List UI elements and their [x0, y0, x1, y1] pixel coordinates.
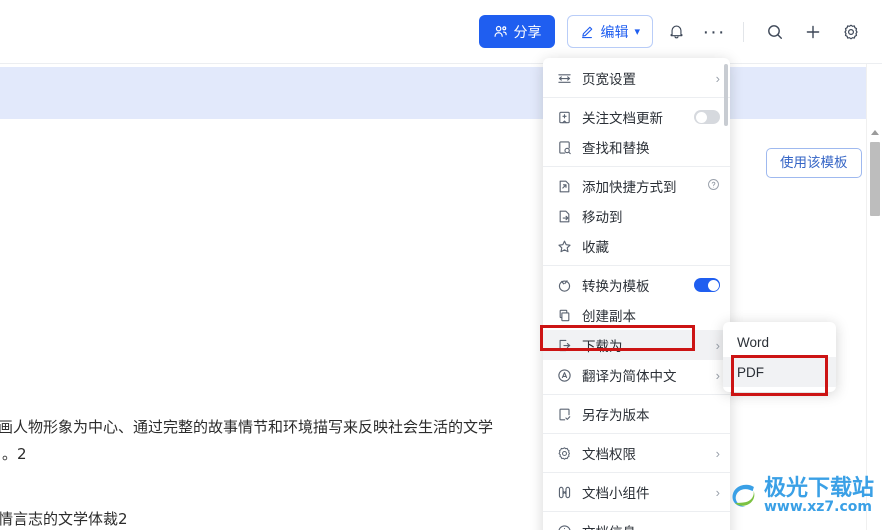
menu-divider — [543, 265, 730, 266]
menu-item-label: 文档权限 — [582, 447, 636, 462]
document-banner — [0, 67, 866, 119]
submenu-item-word[interactable]: Word — [723, 327, 836, 357]
menu-divider — [543, 97, 730, 98]
more-dots-icon[interactable]: ··· — [699, 17, 729, 47]
menu-item-move-to[interactable]: 移动到 — [543, 201, 730, 231]
menu-item-label: 页宽设置 — [582, 72, 636, 87]
menu-divider — [543, 166, 730, 167]
chevron-right-icon: › — [715, 70, 720, 86]
submenu-item-pdf[interactable]: PDF — [723, 357, 836, 387]
document-text-line: 。2 — [2, 445, 27, 463]
copy-icon — [555, 306, 573, 324]
chevron-right-icon: › — [715, 484, 720, 500]
follow-updates-toggle[interactable] — [694, 110, 720, 124]
menu-item-label: 收藏 — [582, 240, 609, 255]
template-icon — [555, 276, 573, 294]
menu-item-save-as-version[interactable]: 另存为版本 — [543, 399, 730, 429]
translate-icon — [555, 366, 573, 384]
page-scrollbar[interactable] — [866, 64, 882, 530]
menu-item-label: 文档信息 — [582, 521, 720, 530]
document-options-menu: 页宽设置 › 关注文档更新 查找和替换 添加快捷方式到 移动到 收藏 转换为模板… — [543, 58, 730, 530]
top-toolbar: 分享 编辑 ▾ ··· — [0, 0, 882, 64]
shortcut-icon — [555, 177, 573, 195]
search-icon[interactable] — [760, 17, 790, 47]
menu-item-translate[interactable]: 翻译为简体中文 › — [543, 360, 730, 390]
menu-item-label: 添加快捷方式到 — [582, 180, 677, 195]
save-version-icon — [555, 405, 573, 423]
menu-item-label: 翻译为简体中文 — [582, 369, 677, 384]
people-icon — [493, 24, 508, 39]
menu-item-page-width[interactable]: 页宽设置 › — [543, 63, 730, 93]
help-icon[interactable] — [707, 178, 720, 194]
menu-item-download-as[interactable]: 下载为 › — [543, 330, 730, 360]
download-as-submenu: Word PDF — [723, 322, 836, 392]
edit-button-label: 编辑 — [600, 23, 629, 40]
document-text-line: 画人物形象为中心、通过完整的故事情节和环境描写来反映社会生活的文学 — [0, 418, 494, 436]
menu-divider — [543, 472, 730, 473]
menu-item-duplicate[interactable]: 创建副本 — [543, 300, 730, 330]
menu-item-label: 移动到 — [582, 210, 623, 225]
gear-icon[interactable] — [836, 17, 866, 47]
bell-icon[interactable] — [661, 17, 691, 47]
move-to-icon — [555, 207, 573, 225]
page-width-icon — [555, 69, 573, 87]
share-button[interactable]: 分享 — [479, 15, 556, 48]
menu-item-document-info[interactable]: 文档信息 — [543, 516, 730, 530]
menu-item-favorite[interactable]: 收藏 — [543, 231, 730, 261]
share-button-label: 分享 — [513, 23, 542, 40]
document-text-line: 情言志的文学体裁2 — [0, 510, 128, 528]
chevron-right-icon: › — [715, 445, 720, 461]
chevron-right-icon: › — [715, 337, 720, 353]
menu-item-label: 另存为版本 — [582, 408, 650, 423]
edit-button[interactable]: 编辑 ▾ — [567, 15, 653, 48]
menu-item-permissions[interactable]: 文档权限 › — [543, 438, 730, 468]
widgets-icon — [555, 483, 573, 501]
bookmark-plus-icon — [555, 108, 573, 126]
gear-icon — [555, 444, 573, 462]
menu-item-label: 创建副本 — [582, 309, 636, 324]
menu-divider — [543, 433, 730, 434]
menu-item-label: 转换为模板 — [582, 279, 650, 294]
document-canvas: 使用该模板 画人物形象为中心、通过完整的故事情节和环境描写来反映社会生活的文学 … — [0, 64, 866, 530]
menu-item-add-shortcut[interactable]: 添加快捷方式到 — [543, 171, 730, 201]
menu-divider — [543, 511, 730, 512]
menu-item-find-replace[interactable]: 查找和替换 — [543, 132, 730, 162]
star-icon — [555, 237, 573, 255]
plus-icon[interactable] — [798, 17, 828, 47]
menu-divider — [543, 394, 730, 395]
menu-item-widgets[interactable]: 文档小组件 › — [543, 477, 730, 507]
menu-item-convert-template[interactable]: 转换为模板 — [543, 270, 730, 300]
scroll-up-arrow-icon[interactable] — [871, 130, 879, 135]
menu-item-follow-updates[interactable]: 关注文档更新 — [543, 102, 730, 132]
more-dots-glyph: ··· — [702, 20, 726, 43]
find-replace-icon — [555, 138, 573, 156]
convert-template-toggle[interactable] — [694, 278, 720, 292]
scrollbar-thumb[interactable] — [870, 142, 880, 216]
menu-item-label: 下载为 — [582, 339, 623, 354]
menu-item-label: 查找和替换 — [582, 141, 650, 156]
toolbar-divider — [743, 21, 744, 42]
use-template-button[interactable]: 使用该模板 — [766, 148, 862, 178]
menu-item-label: 文档小组件 — [582, 486, 650, 501]
download-icon — [555, 336, 573, 354]
info-icon — [555, 522, 573, 530]
pencil-icon — [580, 25, 594, 39]
menu-item-label: 关注文档更新 — [582, 111, 663, 126]
chevron-right-icon: › — [715, 367, 720, 383]
app-root: 使用该模板 画人物形象为中心、通过完整的故事情节和环境描写来反映社会生活的文学 … — [0, 0, 882, 530]
chevron-down-icon: ▾ — [634, 26, 640, 38]
